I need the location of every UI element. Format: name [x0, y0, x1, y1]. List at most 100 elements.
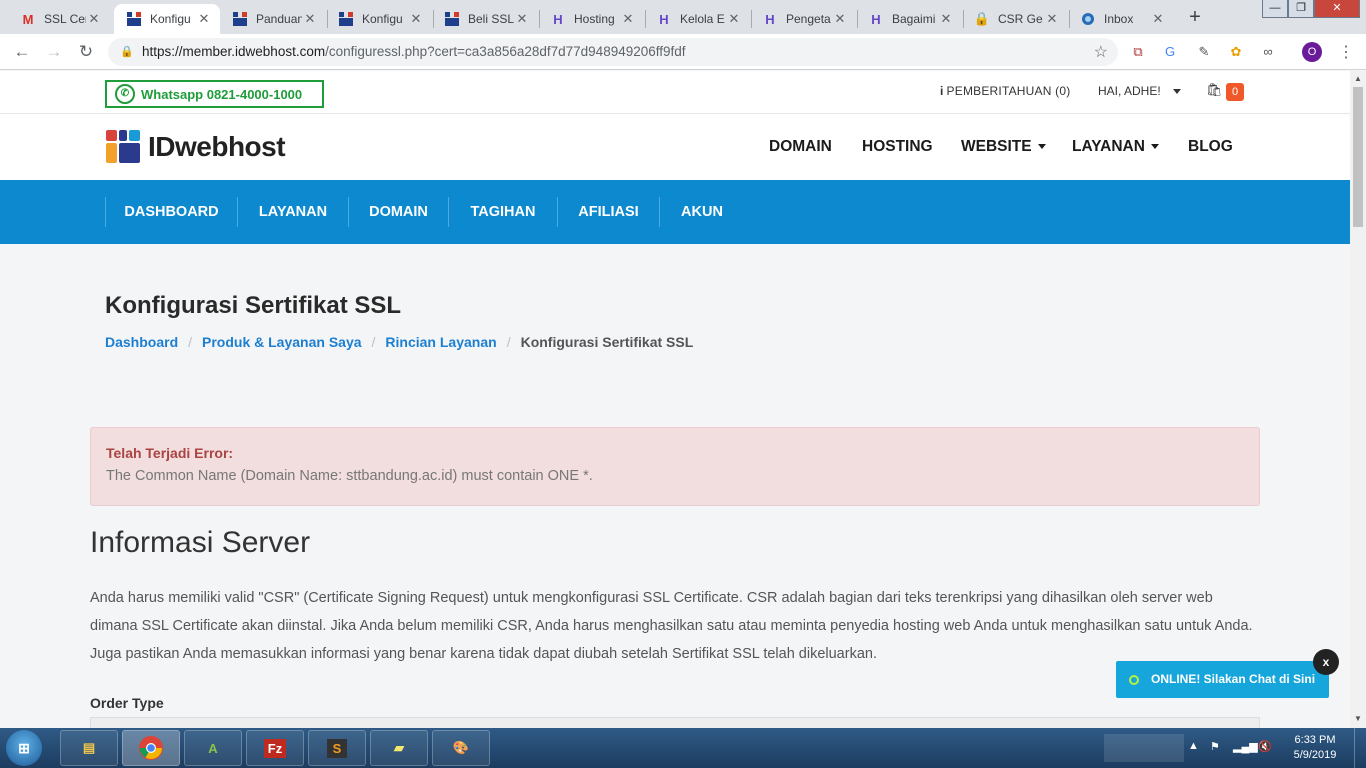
browser-tab-strip: M SSL Cer ✕ Konfigu ✕ Panduan ✕ Konfigu … [0, 0, 1366, 34]
site-logo[interactable]: IDwebhost [106, 130, 286, 163]
close-window-button[interactable]: ✕ [1314, 0, 1360, 18]
sublime-text-icon[interactable]: S [308, 730, 366, 766]
eyedropper-extension-icon[interactable]: ✎ [1194, 42, 1214, 62]
network-signal-icon[interactable]: ▂▄▆ [1233, 740, 1258, 753]
page-scrollbar[interactable]: ▲ ▼ [1350, 71, 1366, 728]
browser-tab-active[interactable]: Konfigu ✕ [114, 4, 220, 34]
nav-domain[interactable]: DOMAIN [769, 138, 832, 156]
url-host: https://member.idwebhost.com [142, 44, 326, 59]
browser-tab[interactable]: 🔒 CSR Ge ✕ [964, 4, 1068, 34]
file-explorer-icon[interactable]: ▤ [60, 730, 118, 766]
close-icon[interactable]: ✕ [196, 11, 212, 27]
notifications-link[interactable]: i PEMBERITAHUAN (0) [940, 84, 1070, 98]
close-icon[interactable]: ✕ [1044, 11, 1060, 27]
tray-running-apps [1104, 734, 1184, 762]
nav-hosting[interactable]: HOSTING [862, 138, 933, 156]
filezilla-icon[interactable]: Fz [246, 730, 304, 766]
breadcrumb-service-details[interactable]: Rincian Layanan [385, 334, 496, 350]
cart-icon[interactable]: 🛍 [1206, 82, 1223, 98]
browser-tab[interactable]: M SSL Cer ✕ [0, 4, 110, 34]
start-button[interactable]: ⊞ [6, 730, 42, 766]
chat-close-button[interactable]: x [1313, 649, 1339, 675]
clock-date: 5/9/2019 [1293, 749, 1337, 761]
volume-muted-icon[interactable]: 🔇 [1258, 740, 1272, 753]
paint-icon[interactable]: 🎨 [432, 730, 490, 766]
infinity-extension-icon[interactable]: ∞ [1258, 42, 1278, 62]
translate-extension-icon[interactable]: G [1160, 42, 1180, 62]
user-menu[interactable]: HAI, ADHE! [1098, 84, 1181, 98]
close-icon[interactable]: ✕ [514, 11, 530, 27]
subnav-tagihan[interactable]: TAGIHAN [449, 180, 557, 244]
breadcrumb-dashboard[interactable]: Dashboard [105, 334, 178, 350]
close-icon[interactable]: ✕ [408, 11, 424, 27]
close-icon[interactable]: ✕ [832, 11, 848, 27]
lock-icon: 🔒 [120, 46, 134, 58]
close-icon[interactable]: ✕ [938, 11, 954, 27]
subnav-dashboard[interactable]: DASHBOARD [106, 180, 237, 244]
subnav-domain[interactable]: DOMAIN [349, 180, 448, 244]
browser-tab[interactable]: Konfigu ✕ [328, 4, 432, 34]
bookmark-star-icon[interactable]: ☆ [1094, 42, 1108, 62]
browser-tab[interactable]: H Pengeta ✕ [752, 4, 856, 34]
forward-button[interactable]: → [42, 40, 66, 64]
nav-blog[interactable]: BLOG [1188, 138, 1233, 156]
browser-tab[interactable]: Panduan ✕ [222, 4, 326, 34]
profile-avatar[interactable]: O [1302, 42, 1322, 62]
reload-button[interactable]: ↻ [74, 40, 98, 64]
idwebhost-icon [126, 11, 142, 27]
android-studio-icon[interactable]: A [184, 730, 242, 766]
url-text[interactable]: https://member.idwebhost.com/configuress… [142, 44, 686, 59]
chevron-down-icon [1172, 89, 1181, 95]
sticky-notes-icon[interactable]: ▰ [370, 730, 428, 766]
notifications-label: PEMBERITAHUAN (0) [946, 84, 1071, 98]
clock-time: 6:33 PM [1294, 734, 1336, 746]
browser-tab[interactable]: H Hosting ✕ [540, 4, 644, 34]
close-icon[interactable]: ✕ [86, 11, 102, 27]
logo-mark-icon [106, 130, 140, 163]
close-icon[interactable]: ✕ [1150, 11, 1166, 27]
hostinger-icon: H [871, 11, 881, 27]
action-center-flag-icon[interactable]: ⚑ [1210, 740, 1220, 753]
breadcrumb: Dashboard / Produk & Layanan Saya / Rincian … [105, 334, 693, 350]
flower-extension-icon[interactable]: ✿ [1226, 42, 1246, 62]
scroll-down-icon[interactable]: ▼ [1354, 714, 1362, 723]
new-tab-button[interactable]: + [1182, 6, 1208, 28]
account-subnav: DASHBOARD LAYANAN DOMAIN TAGIHAN AFILIAS… [0, 180, 1350, 244]
nav-layanan[interactable]: LAYANAN [1072, 138, 1159, 156]
browser-tab[interactable]: Inbox ✕ [1070, 4, 1174, 34]
browser-tab[interactable]: Beli SSL ✕ [434, 4, 538, 34]
subnav-layanan[interactable]: LAYANAN [238, 180, 348, 244]
site-topbar: ✆ Whatsapp 0821-4000-1000 i PEMBERITAHUAN… [0, 71, 1350, 114]
greeting-label: HAI, ADHE! [1098, 84, 1161, 98]
scrollbar-thumb[interactable] [1353, 87, 1363, 227]
system-clock[interactable]: 6:33 PM 5/9/2019 [1284, 733, 1346, 763]
idwebhost-icon [338, 11, 354, 27]
browser-tab[interactable]: H Bagaimi ✕ [858, 4, 962, 34]
nav-website[interactable]: WEBSITE [961, 138, 1046, 156]
pdf-extension-icon[interactable]: ⧉ [1128, 42, 1148, 62]
show-desktop-button[interactable] [1354, 728, 1366, 768]
order-type-select[interactable] [90, 717, 1260, 728]
back-button[interactable]: ← [10, 40, 34, 64]
browser-menu-icon[interactable]: ⋮ [1338, 42, 1354, 62]
whatsapp-button[interactable]: ✆ Whatsapp 0821-4000-1000 [105, 80, 324, 108]
cart-count-badge: 0 [1226, 83, 1244, 101]
close-icon[interactable]: ✕ [302, 11, 318, 27]
breadcrumb-products[interactable]: Produk & Layanan Saya [202, 334, 362, 350]
chrome-icon[interactable] [122, 730, 180, 766]
section-title: Informasi Server [90, 526, 311, 559]
breadcrumb-current: Konfigurasi Sertifikat SSL [520, 334, 694, 350]
subnav-afiliasi[interactable]: AFILIASI [558, 180, 659, 244]
chevron-down-icon [1150, 144, 1159, 150]
close-icon[interactable]: ✕ [620, 11, 636, 27]
live-chat-button[interactable]: ONLINE! Silakan Chat di Sini [1116, 661, 1329, 698]
chevron-up-icon[interactable]: ▲ [1188, 740, 1199, 752]
browser-tab[interactable]: H Kelola E ✕ [646, 4, 750, 34]
minimize-button[interactable]: — [1262, 0, 1288, 18]
info-icon: i [940, 84, 944, 98]
maximize-button[interactable]: ❐ [1288, 0, 1314, 18]
scroll-up-icon[interactable]: ▲ [1354, 74, 1362, 83]
close-icon[interactable]: ✕ [726, 11, 742, 27]
address-bar[interactable]: 🔒 https://member.idwebhost.com/configure… [108, 38, 1118, 66]
subnav-akun[interactable]: AKUN [660, 180, 744, 244]
